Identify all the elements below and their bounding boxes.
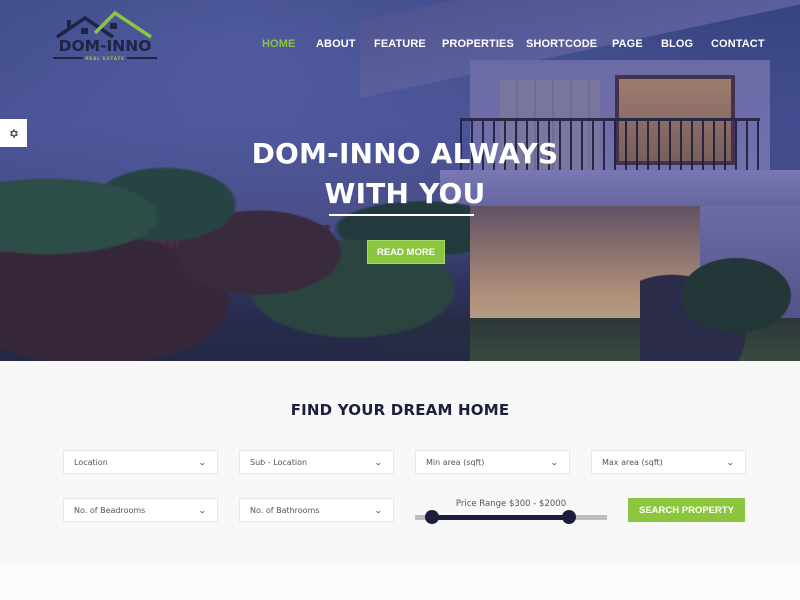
sub-location-select[interactable]: Sub - Location ⌄ bbox=[239, 450, 394, 474]
search-property-button[interactable]: SEARCH PROPERTY bbox=[628, 498, 745, 522]
location-select-label: Location bbox=[74, 457, 108, 467]
price-range-slider[interactable] bbox=[415, 510, 607, 524]
nav-about[interactable]: ABOUT bbox=[316, 38, 356, 50]
nav-feature[interactable]: FEATURE bbox=[374, 38, 426, 50]
nav-shortcode[interactable]: SHORTCODE bbox=[526, 38, 597, 50]
price-max-handle[interactable] bbox=[561, 510, 576, 524]
property-search-section: FIND YOUR DREAM HOME Location ⌄ Sub - Lo… bbox=[0, 361, 800, 566]
logo[interactable]: DOM-INNO REAL ESTATE bbox=[53, 10, 157, 66]
hero-title-line1: DOM-INNO ALWAYS bbox=[251, 137, 559, 170]
min-area-select[interactable]: Min area (sqft) ⌄ bbox=[415, 450, 570, 474]
bathrooms-select[interactable]: No. of Bathrooms ⌄ bbox=[239, 498, 394, 522]
logo-name: DOM-INNO bbox=[58, 37, 152, 55]
min-area-select-label: Min area (sqft) bbox=[426, 457, 485, 467]
read-more-button[interactable]: READ MORE bbox=[367, 240, 445, 264]
price-min-handle[interactable] bbox=[425, 510, 440, 524]
nav-properties[interactable]: PROPERTIES bbox=[442, 38, 514, 50]
bathrooms-select-label: No. of Bathrooms bbox=[250, 505, 320, 515]
hero-title-underline bbox=[329, 214, 474, 216]
chevron-down-icon: ⌄ bbox=[726, 457, 736, 467]
page-bottom bbox=[0, 566, 800, 600]
location-select[interactable]: Location ⌄ bbox=[63, 450, 218, 474]
max-area-select-label: Max area (sqft) bbox=[602, 457, 663, 467]
settings-tab[interactable] bbox=[0, 119, 27, 147]
chevron-down-icon: ⌄ bbox=[374, 457, 384, 467]
nav-blog[interactable]: BLOG bbox=[661, 38, 693, 50]
gear-icon bbox=[10, 128, 18, 138]
max-area-select[interactable]: Max area (sqft) ⌄ bbox=[591, 450, 746, 474]
nav-home[interactable]: HOME bbox=[262, 38, 295, 50]
price-range-fill bbox=[432, 515, 569, 520]
nav-contact[interactable]: CONTACT bbox=[711, 38, 765, 50]
nav-page[interactable]: PAGE bbox=[612, 38, 643, 50]
chevron-down-icon: ⌄ bbox=[198, 505, 208, 515]
bedrooms-select-label: No. of Beadrooms bbox=[74, 505, 146, 515]
chevron-down-icon: ⌄ bbox=[374, 505, 384, 515]
section-title: FIND YOUR DREAM HOME bbox=[290, 401, 510, 419]
sub-location-select-label: Sub - Location bbox=[250, 457, 308, 467]
price-range-label: Price Range $300 - $2000 bbox=[455, 499, 567, 509]
chevron-down-icon: ⌄ bbox=[550, 457, 560, 467]
hero-title: DOM-INNO ALWAYS WITH YOU bbox=[200, 134, 610, 214]
hero-banner: DOM-INNO REAL ESTATE HOME ABOUT FEATURE … bbox=[0, 0, 800, 361]
logo-tagline: REAL ESTATE bbox=[53, 57, 157, 62]
house-logo-icon bbox=[56, 10, 152, 39]
logo-tagline-text: REAL ESTATE bbox=[83, 57, 127, 62]
hero-title-line2: WITH YOU bbox=[324, 177, 486, 210]
chevron-down-icon: ⌄ bbox=[198, 457, 208, 467]
bedrooms-select[interactable]: No. of Beadrooms ⌄ bbox=[63, 498, 218, 522]
